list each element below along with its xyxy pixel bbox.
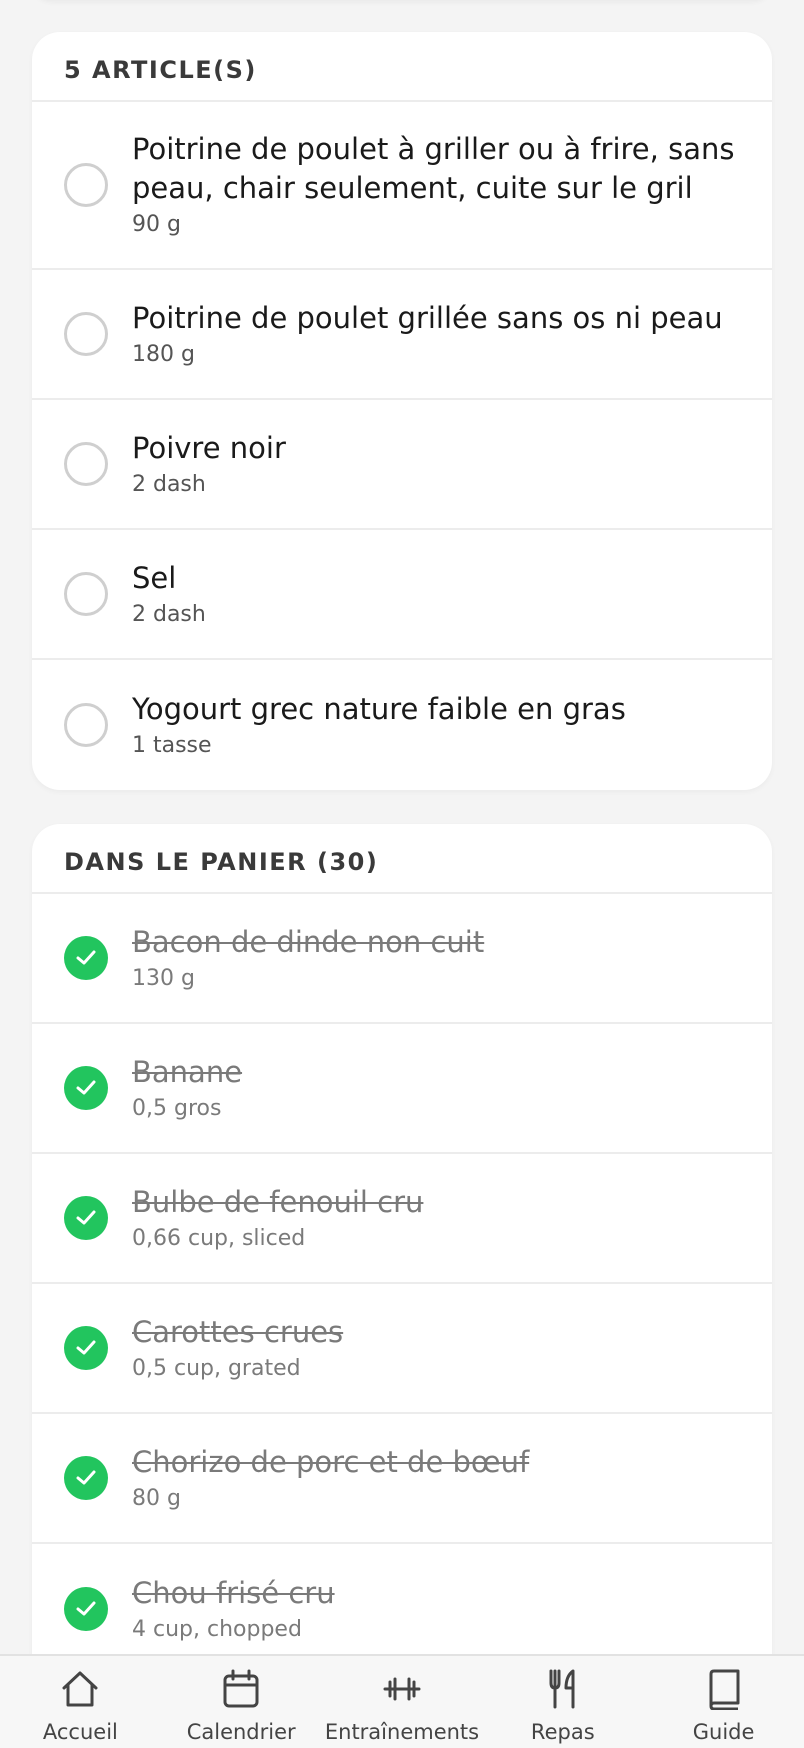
list-item[interactable]: Banane 0,5 gros <box>32 1024 772 1154</box>
tab-calendrier[interactable]: Calendrier <box>161 1656 321 1744</box>
list-item[interactable]: Bacon de dinde non cuit 130 g <box>32 894 772 1024</box>
item-quantity: 4 cup, chopped <box>132 1616 302 1642</box>
calendar-icon <box>223 1669 259 1708</box>
tab-entrainements[interactable]: Entraînements <box>322 1656 482 1744</box>
item-name: Bulbe de fenouil cru <box>132 1184 424 1219</box>
list-item[interactable]: Bulbe de fenouil cru 0,66 cup, sliced <box>32 1154 772 1284</box>
cart-section-title: DANS LE PANIER (30) <box>64 848 379 876</box>
list-item[interactable]: Yogourt grec nature faible en gras 1 tas… <box>32 660 772 790</box>
check-circle-icon[interactable] <box>64 1196 108 1240</box>
unchecked-circle-icon[interactable] <box>64 163 108 207</box>
tab-label: Guide <box>692 1720 755 1744</box>
list-item[interactable]: Chorizo de porc et de bœuf 80 g <box>32 1414 772 1544</box>
item-name: Poitrine de poulet grillée sans os ni pe… <box>132 300 723 335</box>
check-circle-icon[interactable] <box>64 1587 108 1631</box>
todo-section-header: 5 ARTICLE(S) <box>32 32 772 102</box>
check-circle-icon[interactable] <box>64 1326 108 1370</box>
tab-repas[interactable]: Repas <box>483 1656 643 1744</box>
item-name: Chorizo de porc et de bœuf <box>132 1444 530 1479</box>
list-item[interactable]: Poitrine de poulet grillée sans os ni pe… <box>32 270 772 400</box>
item-quantity: 0,5 cup, grated <box>132 1355 301 1381</box>
check-circle-icon[interactable] <box>64 936 108 980</box>
cart-section-header: DANS LE PANIER (30) <box>32 824 772 894</box>
shopping-list-screen: 5 ARTICLE(S) Poitrine de poulet à grille… <box>0 0 804 1748</box>
item-name: Chou frisé cru <box>132 1575 335 1610</box>
tab-label: Repas <box>530 1720 595 1744</box>
unchecked-circle-icon[interactable] <box>64 572 108 616</box>
item-name: Sel <box>132 560 177 595</box>
unchecked-circle-icon[interactable] <box>64 703 108 747</box>
item-name: Carottes crues <box>132 1314 344 1349</box>
item-name: Poitrine de poulet à griller ou à frire,… <box>132 132 735 205</box>
home-icon <box>62 1671 98 1707</box>
item-quantity: 2 dash <box>132 471 206 497</box>
todo-items-card: 5 ARTICLE(S) Poitrine de poulet à grille… <box>32 32 772 790</box>
list-item[interactable]: Poitrine de poulet à griller ou à frire,… <box>32 102 772 270</box>
unchecked-circle-icon[interactable] <box>64 442 108 486</box>
book-icon <box>709 1669 740 1710</box>
dumbbell-icon <box>383 1677 421 1701</box>
tab-accueil[interactable]: Accueil <box>0 1656 160 1744</box>
item-quantity: 2 dash <box>132 601 206 627</box>
item-quantity: 0,5 gros <box>132 1095 222 1121</box>
bottom-tab-bar: Accueil Calendrier Entraînements Repas G… <box>0 1654 804 1748</box>
list-item[interactable]: Poivre noir 2 dash <box>32 400 772 530</box>
tab-label: Calendrier <box>186 1720 296 1744</box>
item-quantity: 90 g <box>132 212 181 237</box>
item-quantity: 80 g <box>132 1485 181 1511</box>
item-name: Bacon de dinde non cuit <box>132 924 485 959</box>
unchecked-circle-icon[interactable] <box>64 312 108 356</box>
item-quantity: 0,66 cup, sliced <box>132 1225 306 1251</box>
check-circle-icon[interactable] <box>64 1066 108 1110</box>
item-quantity: 180 g <box>132 341 195 367</box>
cart-items-card: DANS LE PANIER (30) Bacon de dinde non c… <box>32 824 772 1748</box>
item-quantity: 130 g <box>132 965 195 991</box>
item-quantity: 1 tasse <box>132 732 212 758</box>
item-name: Banane <box>132 1054 243 1089</box>
tab-label: Entraînements <box>324 1720 480 1744</box>
list-item[interactable]: Sel 2 dash <box>32 530 772 660</box>
tab-guide[interactable]: Guide <box>644 1656 804 1744</box>
tab-label: Accueil <box>42 1720 118 1744</box>
item-name: Poivre noir <box>132 430 286 465</box>
todo-section-title: 5 ARTICLE(S) <box>64 56 257 84</box>
utensils-icon <box>549 1669 575 1709</box>
list-item[interactable]: Carottes crues 0,5 cup, grated <box>32 1284 772 1414</box>
item-name: Yogourt grec nature faible en gras <box>132 691 626 726</box>
check-circle-icon[interactable] <box>64 1456 108 1500</box>
